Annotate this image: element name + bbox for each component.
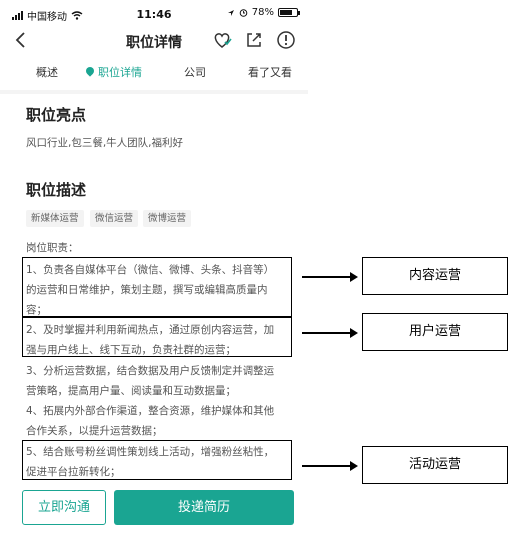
tab-job-details-label: 职位详情	[98, 66, 142, 79]
highlights-text: 风口行业,包三餐,牛人团队,福利好	[26, 137, 184, 149]
header-actions	[212, 30, 296, 50]
status-right: 78%	[227, 7, 300, 18]
skill-tag: 微博运营	[143, 210, 192, 227]
annotation-label: 活动运营	[362, 446, 508, 484]
location-arrow-icon	[227, 9, 234, 16]
battery-percent: 78%	[251, 7, 274, 18]
tab-job-details[interactable]: 职位详情	[84, 64, 142, 80]
annotation-label: 用户运营	[362, 313, 508, 351]
description-line: 3、分析运营数据，结合数据及用户反馈制定并调整运	[26, 365, 275, 377]
report-icon[interactable]	[276, 30, 296, 50]
description-line: 岗位职责：	[26, 242, 79, 254]
share-icon[interactable]	[244, 30, 264, 50]
annotation-arrow	[302, 272, 358, 282]
description-heading: 职位描述	[26, 181, 87, 199]
alarm-icon	[239, 9, 248, 17]
send-resume-button[interactable]: 投递简历	[114, 490, 294, 525]
annotation-arrow	[302, 461, 358, 471]
skill-tag: 微信运营	[90, 210, 139, 227]
description-line: 合作关系，以提升运营数据；	[26, 425, 163, 437]
annotation-label: 内容运营	[362, 257, 508, 295]
skill-tag: 新媒体运营	[26, 210, 84, 227]
tab-overview[interactable]: 概述	[36, 64, 58, 80]
status-bar: 中国移动 11:46 78%	[0, 0, 308, 28]
location-pin-icon	[84, 65, 96, 77]
heart-check-icon[interactable]	[212, 30, 232, 50]
description-line: 营策略，提高用户量、阅读量和互动数据量；	[26, 385, 236, 397]
highlight-box-content	[22, 257, 292, 317]
tab-bar: 概述 职位详情 公司 看了又看	[0, 64, 308, 84]
nav-header: 职位详情	[0, 28, 308, 56]
highlight-box-activity	[22, 440, 292, 480]
tab-company[interactable]: 公司	[184, 64, 206, 80]
description-line: 4、拓展内外部合作渠道，整合资源，维护媒体和其他	[26, 405, 275, 417]
annotation-arrow	[302, 328, 358, 338]
tab-also-viewed[interactable]: 看了又看	[248, 64, 292, 80]
highlights-heading: 职位亮点	[26, 106, 87, 124]
section-divider	[0, 90, 308, 94]
phone-screen: 中国移动 11:46 78% 职位详情 概述 职位详情 公司 看了又看 职位亮点…	[0, 0, 308, 541]
chat-now-button[interactable]: 立即沟通	[22, 490, 106, 525]
battery-icon	[278, 8, 300, 17]
highlight-box-user	[22, 317, 292, 357]
